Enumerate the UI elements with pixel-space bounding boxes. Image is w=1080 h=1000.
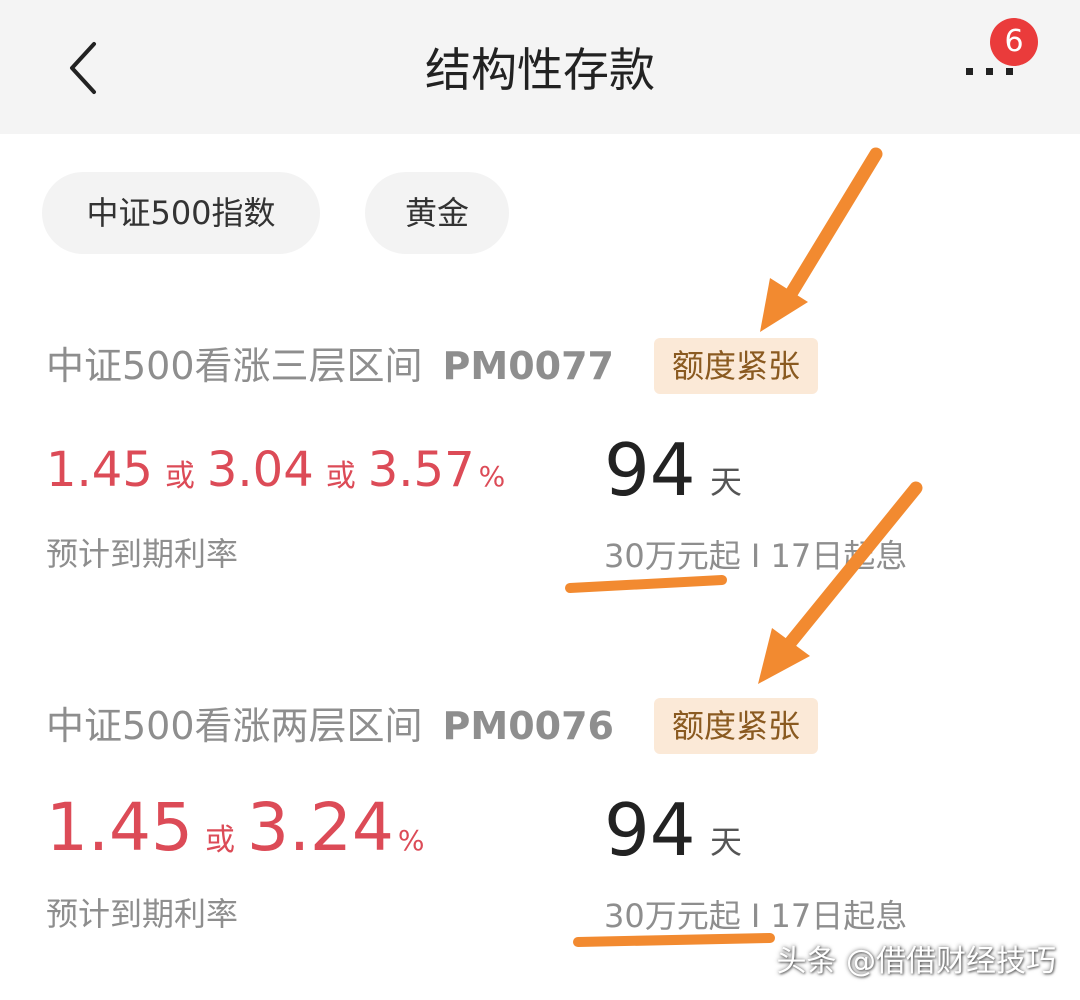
term-days: 94 — [604, 428, 696, 512]
expected-rate: 1.45 或 3.24% — [46, 788, 425, 881]
term-days: 94 — [604, 788, 696, 872]
rate-value: 3.57 — [367, 442, 475, 498]
product-card[interactable]: 中证500看涨两层区间 PM0076 额度紧张 1.45 或 3.24% 94 天 预… — [0, 660, 1080, 960]
filter-chip-csi500[interactable]: 中证500指数 — [42, 172, 320, 254]
filter-chip-gold[interactable]: 黄金 — [365, 172, 509, 254]
notification-badge: 6 — [990, 18, 1038, 66]
top-bar: 结构性存款 6 — [0, 0, 1080, 134]
quota-tag: 额度紧张 — [654, 698, 818, 754]
rate-separator: 或 — [204, 823, 235, 858]
rate-label: 预计到期利率 — [46, 535, 239, 573]
rate-unit: % — [397, 824, 425, 857]
product-title: 中证500看涨三层区间 PM0077 — [46, 342, 614, 390]
product-code: PM0077 — [442, 344, 614, 388]
minimum-amount: 30万元起 I 17日起息 — [604, 537, 908, 575]
product-name: 中证500看涨两层区间 — [46, 704, 423, 748]
term-unit: 天 — [710, 463, 743, 501]
expected-rate: 1.45 或 3.04 或 3.57% — [46, 440, 505, 507]
rate-value: 3.04 — [206, 442, 314, 498]
watermark: 头条 @借借财经技巧 — [776, 944, 1056, 979]
page-title: 结构性存款 — [425, 43, 655, 97]
rate-value: 1.45 — [46, 442, 153, 498]
quota-tag: 额度紧张 — [654, 338, 818, 394]
rate-separator: 或 — [325, 459, 356, 494]
rate-unit: % — [478, 460, 506, 493]
rate-separator: 或 — [164, 459, 195, 494]
product-title: 中证500看涨两层区间 PM0076 — [46, 702, 614, 750]
product-name: 中证500看涨三层区间 — [46, 344, 423, 388]
product-code: PM0076 — [442, 704, 614, 748]
rate-value: 3.24 — [246, 789, 394, 866]
minimum-amount: 30万元起 I 17日起息 — [604, 897, 908, 935]
term-unit: 天 — [710, 823, 743, 861]
rate-label: 预计到期利率 — [46, 895, 239, 933]
product-card[interactable]: 中证500看涨三层区间 PM0077 额度紧张 1.45 或 3.04 或 3.57% 9… — [0, 300, 1080, 600]
rate-value: 1.45 — [46, 789, 193, 866]
